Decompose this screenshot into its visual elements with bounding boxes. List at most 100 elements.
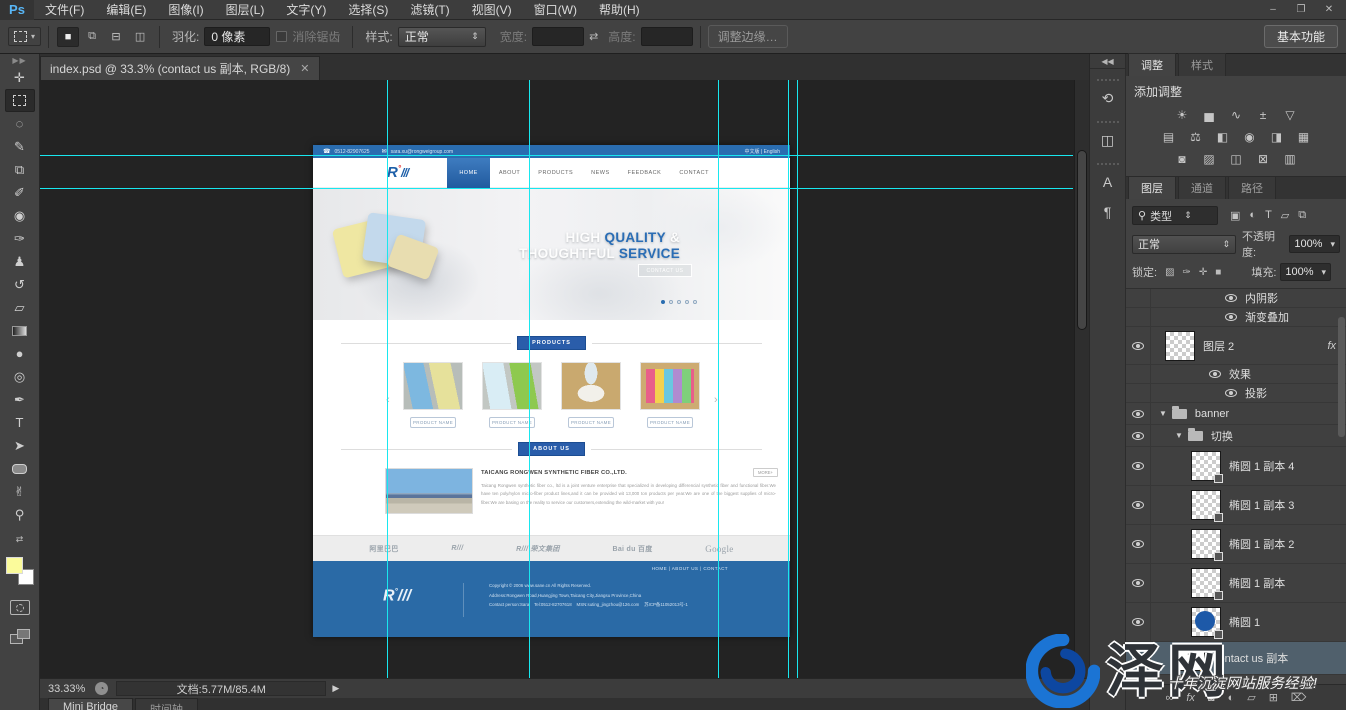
site-nav-home[interactable]: HOME (447, 158, 490, 188)
blur-tool[interactable]: ● (5, 342, 35, 365)
visibility-eye-icon[interactable] (1132, 540, 1144, 548)
layer-list-scrollbar[interactable] (1338, 317, 1345, 437)
carousel-dot[interactable] (685, 300, 689, 304)
mini-bridge-tab[interactable]: Mini Bridge (48, 698, 133, 710)
canvas-scrollbar[interactable] (1074, 80, 1089, 678)
dodge-tool[interactable]: ◎ (5, 365, 35, 388)
visibility-eye-icon[interactable] (1209, 370, 1221, 378)
visibility-eye-icon[interactable] (1225, 294, 1237, 302)
history-panel-icon[interactable]: ⟲ (1095, 85, 1121, 111)
layer-thumbnail[interactable] (1191, 607, 1221, 637)
width-input[interactable] (532, 27, 584, 46)
layer-effects-header-row[interactable]: 效果 (1126, 365, 1346, 384)
menu-select[interactable]: 选择(S) (337, 0, 399, 20)
refine-edge-button[interactable]: 调整边缘… (708, 25, 788, 48)
gradient-tool[interactable] (5, 319, 35, 342)
minimize-button[interactable]: – (1260, 2, 1286, 18)
visibility-eye-icon[interactable] (1132, 410, 1144, 418)
layer-row[interactable]: 椭圆 1 副本 2 (1126, 525, 1346, 564)
partner-logo-alibaba[interactable]: 阿里巴巴 (369, 544, 398, 554)
properties-panel-icon[interactable]: ◫ (1095, 127, 1121, 153)
menu-layer[interactable]: 图层(L) (215, 0, 276, 20)
carousel-dot[interactable] (677, 300, 681, 304)
product-card[interactable]: PRODUCT NAME (561, 362, 621, 428)
timeline-tab[interactable]: 时间轴 (135, 698, 198, 710)
site-nav-news[interactable]: NEWS (582, 158, 619, 188)
carousel-dot[interactable] (693, 300, 697, 304)
partner-logo-rongwen-group[interactable]: R/// 荣文集团 (516, 544, 560, 554)
document-tab[interactable]: index.psd @ 33.3% (contact us 副本, RGB/8)… (40, 56, 320, 80)
layer-thumbnail[interactable] (1191, 451, 1221, 481)
channel-mixer-icon[interactable]: ◨ (1266, 128, 1288, 146)
height-input[interactable] (641, 27, 693, 46)
menu-view[interactable]: 视图(V) (461, 0, 523, 20)
pen-tool[interactable]: ✒ (5, 388, 35, 411)
link-layers-icon[interactable]: ∞ (1166, 692, 1174, 704)
workspace-switcher-button[interactable]: 基本功能 (1264, 25, 1338, 48)
site-nav-contact[interactable]: CONTACT (670, 158, 718, 188)
banner-contact-button[interactable]: CONTACT US (638, 264, 692, 277)
menu-file[interactable]: 文件(F) (34, 0, 95, 20)
status-menu-arrow-icon[interactable]: ▶ (332, 683, 339, 694)
visibility-eye-icon[interactable] (1132, 432, 1144, 440)
tool-preset-picker[interactable]: ▾ (8, 27, 41, 46)
product-name-button[interactable]: PRODUCT NAME (647, 417, 693, 428)
restore-button[interactable]: ❐ (1288, 2, 1314, 18)
product-card[interactable]: PRODUCT NAME (640, 362, 700, 428)
filter-pixel-layers-icon[interactable]: ▣ (1230, 209, 1240, 222)
lock-transparency-icon[interactable]: ▨ (1165, 267, 1174, 278)
visibility-eye-icon[interactable] (1132, 462, 1144, 470)
invert-icon[interactable]: ◙ (1171, 150, 1193, 168)
exposure-icon[interactable]: ± (1252, 106, 1274, 124)
layer-thumbnail[interactable] (1191, 490, 1221, 520)
carousel-dot[interactable] (669, 300, 673, 304)
site-nav-feedback[interactable]: FEEDBACK (619, 158, 671, 188)
site-logo[interactable]: R°/// (387, 165, 408, 180)
style-select[interactable]: 正常 ⇕ (398, 27, 486, 47)
quick-mask-button[interactable] (10, 600, 30, 615)
tab-styles[interactable]: 样式 (1178, 53, 1226, 76)
layer-mask-icon[interactable]: ◙ (1208, 692, 1215, 704)
vibrance-icon[interactable]: ▽ (1279, 106, 1301, 124)
feather-input[interactable]: 0 像素 (204, 27, 270, 46)
path-selection-tool[interactable]: ➤ (5, 434, 35, 457)
swap-colors-icon[interactable]: ⇄ (16, 534, 24, 546)
layer-filter-kind-select[interactable]: ⚲ 类型 ⇕ (1132, 206, 1218, 225)
product-name-button[interactable]: PRODUCT NAME (568, 417, 614, 428)
tools-collapse-icon[interactable]: ▶▶ (12, 56, 26, 66)
text-layer-thumbnail[interactable]: T⚠ (1179, 645, 1205, 671)
posterize-icon[interactable]: ▨ (1198, 150, 1220, 168)
lock-all-icon[interactable]: ■ (1215, 267, 1221, 278)
screen-mode-button[interactable] (10, 629, 30, 644)
character-panel-icon[interactable]: A (1095, 169, 1121, 195)
filter-type-layers-icon[interactable]: T (1265, 209, 1272, 222)
paragraph-panel-icon[interactable]: ¶ (1095, 199, 1121, 225)
menu-type[interactable]: 文字(Y) (275, 0, 337, 20)
lasso-tool[interactable]: ◌ (5, 112, 35, 135)
document-close-icon[interactable]: ✕ (300, 62, 309, 75)
group-expand-icon[interactable]: ▼ (1175, 431, 1183, 440)
curves-icon[interactable]: ∿ (1225, 106, 1247, 124)
about-more-button[interactable]: MORE+ (753, 468, 778, 477)
selection-new-icon[interactable]: ■ (57, 27, 79, 47)
layer-group-row[interactable]: ▼ banner (1126, 403, 1346, 425)
rectangular-marquee-tool[interactable] (5, 89, 35, 112)
layer-thumbnail[interactable] (1191, 529, 1221, 559)
levels-icon[interactable]: ▅ (1198, 106, 1220, 124)
visibility-eye-icon[interactable] (1132, 579, 1144, 587)
carousel-dot[interactable] (661, 300, 665, 304)
selective-color-icon[interactable]: ⊠ (1252, 150, 1274, 168)
history-brush-tool[interactable]: ↺ (5, 273, 35, 296)
visibility-eye-icon[interactable] (1132, 654, 1144, 662)
tab-adjustments[interactable]: 调整 (1128, 53, 1176, 76)
adjustment-layer-icon[interactable]: ◐ (1228, 692, 1235, 704)
lock-paint-icon[interactable]: ✑ (1183, 267, 1191, 278)
tab-paths[interactable]: 路径 (1228, 176, 1276, 199)
photo-filter-icon[interactable]: ◉ (1239, 128, 1261, 146)
delete-layer-icon[interactable]: ⌦ (1291, 691, 1307, 704)
selection-subtract-icon[interactable]: ⊟ (105, 27, 127, 47)
group-expand-icon[interactable]: ▼ (1159, 409, 1167, 418)
layer-row[interactable]: 椭圆 1 (1126, 603, 1346, 642)
move-tool[interactable]: ✛ (5, 66, 35, 89)
clone-stamp-tool[interactable]: ♟ (5, 250, 35, 273)
